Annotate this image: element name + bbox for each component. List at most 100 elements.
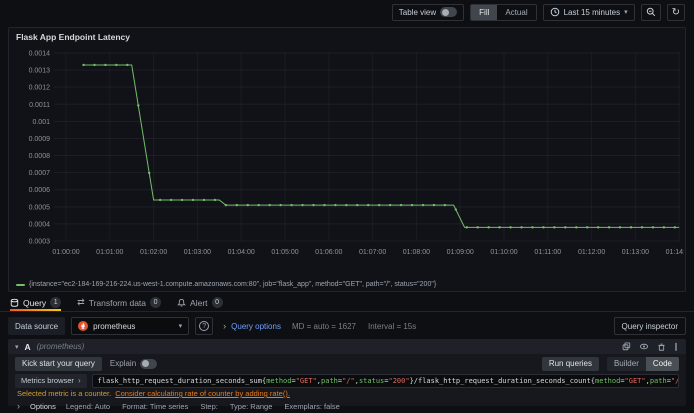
data-point[interactable]	[520, 226, 523, 229]
data-point[interactable]	[224, 203, 228, 207]
data-point[interactable]	[388, 203, 392, 207]
panel-title: Flask App Endpoint Latency	[16, 32, 130, 42]
data-point[interactable]	[465, 226, 468, 229]
data-point[interactable]	[202, 198, 206, 202]
bell-icon	[177, 298, 186, 308]
data-point[interactable]	[432, 203, 436, 207]
promql-expression-input[interactable]: flask_http_request_duration_seconds_sum{…	[91, 373, 679, 388]
data-point[interactable]	[191, 198, 195, 202]
data-point[interactable]	[213, 198, 217, 202]
data-point[interactable]	[246, 203, 249, 207]
data-point[interactable]	[82, 63, 85, 67]
data-point[interactable]	[575, 226, 578, 229]
data-point[interactable]	[476, 226, 479, 229]
data-point[interactable]	[553, 226, 556, 229]
data-point[interactable]	[673, 226, 677, 229]
data-point[interactable]	[618, 226, 622, 229]
metrics-browser-button[interactable]: Metrics browser ›	[15, 373, 87, 388]
data-point[interactable]	[312, 203, 315, 207]
data-point[interactable]	[115, 63, 118, 67]
data-point[interactable]	[607, 226, 611, 229]
counter-warning-text: Selected metric is a counter.	[17, 389, 112, 398]
data-point[interactable]	[443, 203, 447, 207]
datasource-picker[interactable]: prometheus ▾	[71, 317, 190, 335]
kick-start-query-button[interactable]: Kick start your query	[15, 356, 102, 371]
promql-token-label: method	[595, 376, 621, 385]
data-point[interactable]	[410, 203, 414, 207]
drag-handle[interactable]: ∥	[674, 342, 679, 351]
fill-button[interactable]: Fill	[471, 4, 498, 20]
data-point[interactable]	[345, 203, 348, 207]
data-point[interactable]	[93, 63, 96, 67]
refresh-button[interactable]: ↻	[666, 3, 685, 21]
data-point[interactable]	[640, 226, 644, 229]
data-point[interactable]	[290, 203, 293, 207]
builder-mode-button[interactable]: Builder	[607, 357, 646, 371]
eye-icon[interactable]	[639, 342, 649, 351]
tab-alert[interactable]: Alert 0	[177, 294, 223, 311]
data-point[interactable]	[334, 203, 337, 207]
data-point[interactable]	[104, 63, 107, 67]
data-point[interactable]	[279, 203, 282, 207]
data-point[interactable]	[323, 203, 326, 207]
data-point[interactable]	[158, 198, 162, 202]
latency-chart[interactable]: 0.0014 0.0013 0.0012 0.0011 0.001 0.0009 0.000…	[10, 45, 684, 273]
query-options-toggle[interactable]: › Query options MD = auto = 1627 Interva…	[223, 321, 416, 331]
data-point[interactable]	[542, 226, 545, 229]
transform-icon: ⇄	[77, 297, 85, 307]
data-point[interactable]	[586, 226, 589, 229]
query-row-header[interactable]: ▾ A (prometheus) ∥	[8, 339, 686, 354]
time-range-picker[interactable]: Last 15 minutes ▾	[542, 3, 635, 21]
data-point[interactable]	[421, 203, 425, 207]
data-point[interactable]	[148, 171, 151, 175]
actual-button[interactable]: Actual	[497, 5, 535, 20]
series-legend-item[interactable]: {instance="ec2-184-169-216-224.us-west-1…	[16, 281, 436, 288]
explain-toggle[interactable]	[140, 358, 158, 369]
query-inspector-button[interactable]: Query inspector	[613, 317, 686, 335]
promql-token-label: path	[649, 376, 667, 385]
code-mode-button[interactable]: Code	[645, 356, 679, 371]
data-point[interactable]	[367, 203, 370, 207]
data-point[interactable]	[257, 203, 260, 207]
data-point[interactable]	[509, 226, 512, 229]
latency-series-line[interactable]	[83, 64, 680, 228]
query-options-summary-row[interactable]: › Options Legend: Auto Format: Time serie…	[8, 399, 686, 413]
data-point[interactable]	[651, 226, 655, 229]
data-point[interactable]	[498, 226, 501, 229]
latency-panel: Flask App Endpoint Latency 0.0014 0.0013 0…	[8, 27, 686, 292]
promql-token-label: path	[321, 376, 338, 385]
table-view-control[interactable]: Table view	[391, 3, 465, 21]
data-point[interactable]	[356, 203, 359, 207]
option-summary-item: Format: Time series	[122, 401, 189, 411]
data-point[interactable]	[564, 226, 567, 229]
trash-icon[interactable]	[657, 342, 666, 352]
data-point[interactable]	[235, 203, 239, 207]
data-point[interactable]	[487, 226, 490, 229]
data-point[interactable]	[169, 198, 173, 202]
copy-icon[interactable]	[622, 342, 631, 351]
zoom-out-button[interactable]	[640, 3, 661, 21]
data-point[interactable]	[137, 104, 140, 107]
data-point[interactable]	[399, 203, 403, 207]
data-point[interactable]	[629, 226, 633, 229]
fill-actual-group: Fill Actual	[470, 3, 537, 21]
data-point[interactable]	[531, 226, 534, 229]
prometheus-icon	[78, 321, 89, 331]
datasource-help-button[interactable]: ?	[195, 317, 214, 335]
data-point[interactable]	[662, 226, 666, 229]
data-point[interactable]	[268, 203, 271, 207]
counter-warning-link[interactable]: Consider calculating rate of counter by …	[115, 389, 290, 398]
data-point[interactable]	[126, 63, 129, 67]
tab-query-label: Query	[23, 297, 47, 308]
tab-transform[interactable]: ⇄ Transform data 0	[77, 294, 162, 311]
data-point[interactable]	[377, 203, 381, 207]
y-tick-label: 0.0011	[29, 102, 50, 109]
data-point[interactable]	[596, 226, 600, 229]
data-point[interactable]	[180, 198, 184, 202]
data-point[interactable]	[301, 203, 304, 207]
run-queries-button[interactable]: Run queries	[541, 356, 599, 371]
query-code-row: Metrics browser › flask_http_request_dur…	[8, 373, 686, 388]
tab-query[interactable]: Query 1	[10, 294, 62, 311]
data-point[interactable]	[454, 208, 458, 211]
table-view-toggle[interactable]	[440, 7, 458, 17]
